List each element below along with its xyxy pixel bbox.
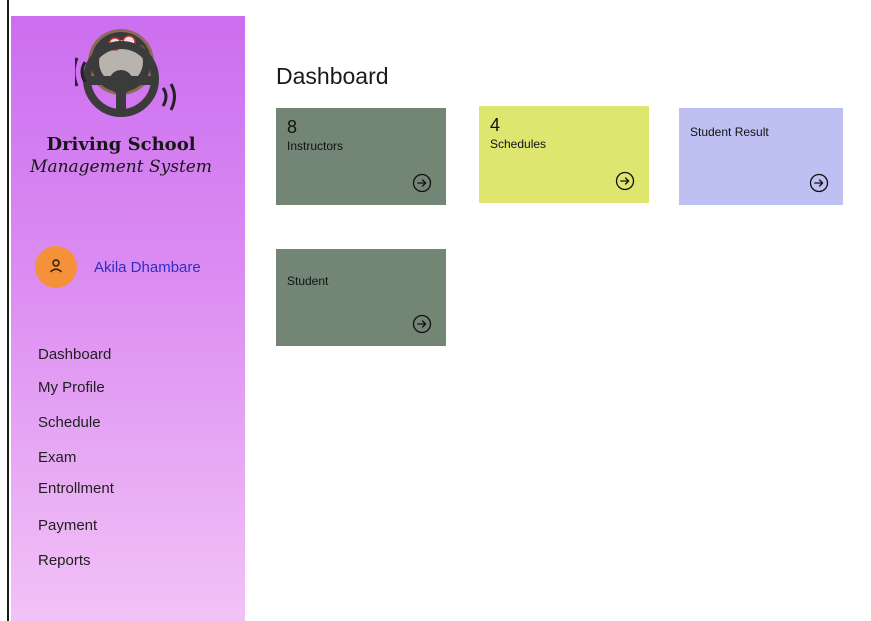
page: Driving School Management System Akila D… — [0, 0, 871, 621]
avatar[interactable] — [35, 246, 77, 288]
instructors-count: 8 — [287, 117, 298, 137]
instructors-label: Instructors — [287, 139, 344, 153]
user-profile[interactable]: Akila Dhambare — [35, 246, 235, 288]
card-student[interactable]: Student — [276, 249, 446, 346]
sidebar-item-my-profile[interactable]: My Profile — [38, 379, 105, 396]
student-result-label: Student Result — [690, 125, 769, 139]
brand-line-2: Management System — [30, 157, 212, 177]
sidebar: Driving School Management System Akila D… — [11, 16, 245, 621]
brand-title: Driving School Management System — [11, 134, 231, 178]
card-student-result[interactable]: Student Result — [679, 108, 843, 205]
sidebar-item-reports[interactable]: Reports — [38, 552, 91, 569]
sidebar-item-payment[interactable]: Payment — [38, 517, 97, 534]
student-label: Student — [287, 274, 329, 288]
user-name[interactable]: Akila Dhambare — [94, 259, 201, 276]
page-title: Dashboard — [276, 63, 389, 89]
sidebar-item-dashboard[interactable]: Dashboard — [38, 346, 111, 363]
arrow-right-circle-icon[interactable] — [412, 314, 432, 334]
schedules-label: Schedules — [490, 137, 547, 151]
brand-line-1: Driving School — [46, 134, 196, 155]
arrow-right-circle-icon[interactable] — [615, 171, 635, 191]
steering-wheel-icon — [72, 24, 185, 124]
sidebar-item-exam[interactable]: Exam — [38, 449, 76, 466]
card-schedules[interactable]: 4 Schedules — [479, 106, 649, 203]
arrow-right-circle-icon[interactable] — [809, 173, 829, 193]
card-instructors[interactable]: 8 Instructors — [276, 108, 446, 205]
schedules-count: 4 — [490, 115, 501, 135]
sidebar-item-entrollment[interactable]: Entrollment — [38, 480, 114, 497]
window-border — [7, 0, 9, 621]
arrow-right-circle-icon[interactable] — [412, 173, 432, 193]
sidebar-item-schedule[interactable]: Schedule — [38, 414, 101, 431]
user-icon — [50, 259, 62, 273]
